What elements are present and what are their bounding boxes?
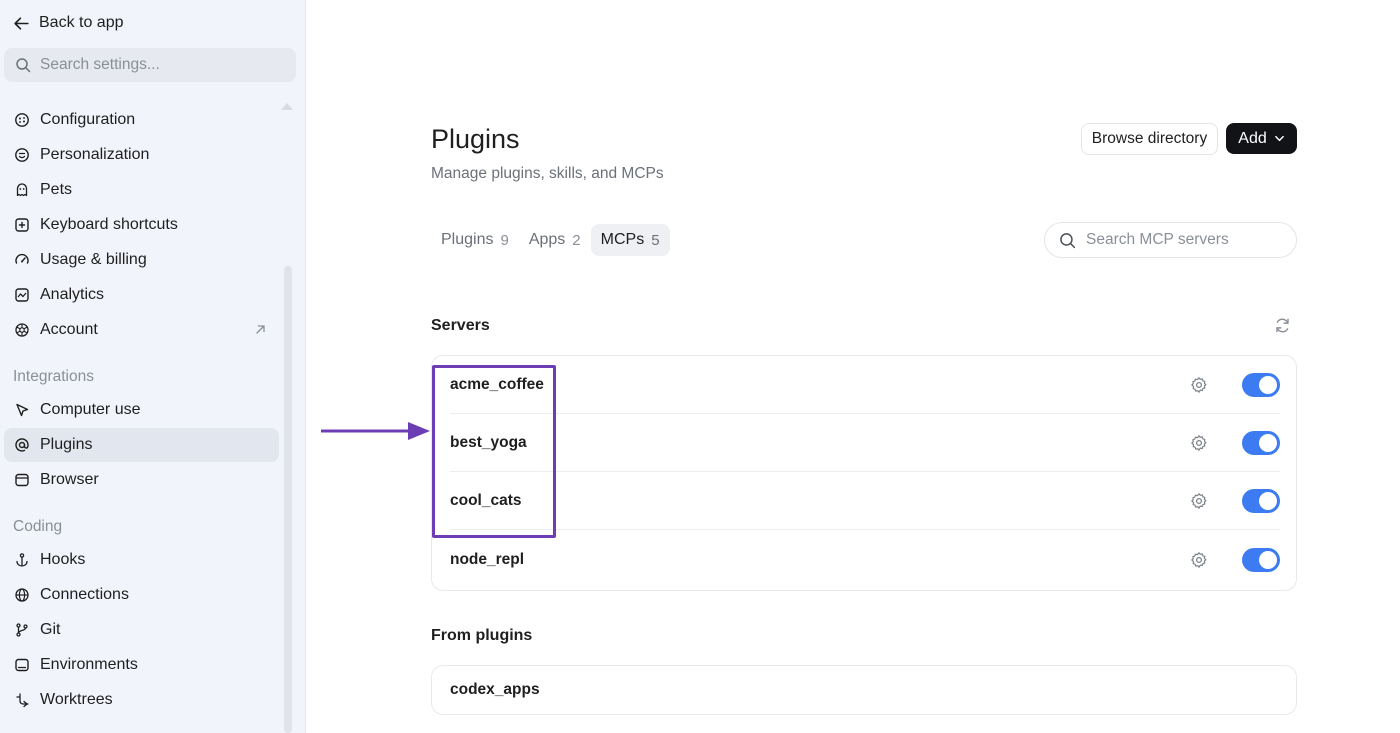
sidebar-item-label: Environments <box>40 656 138 673</box>
worktree-icon <box>16 693 29 708</box>
pets-icon <box>16 183 28 197</box>
external-link-icon <box>256 325 265 334</box>
server-enabled-toggle[interactable] <box>1242 373 1280 397</box>
sidebar-item-label: Computer use <box>40 401 141 418</box>
sidebar-item-label: Account <box>40 321 98 338</box>
keyboard-icon <box>15 218 29 232</box>
sidebar-item-label: Git <box>40 621 61 638</box>
search-icon <box>16 58 31 73</box>
add-button-label: Add <box>1238 129 1267 147</box>
sidebar-scrollbar[interactable] <box>284 266 292 733</box>
sidebar-item-environments[interactable]: Environments <box>4 648 279 682</box>
refresh-icon[interactable] <box>1273 316 1292 335</box>
sidebar-item-label: Browser <box>40 471 99 488</box>
gear-icon[interactable] <box>1190 492 1208 510</box>
sidebar-item-analytics[interactable]: Analytics <box>4 278 279 312</box>
sidebar-item-personalization[interactable]: Personalization <box>4 138 279 172</box>
sidebar-item-account[interactable]: Account <box>4 313 279 347</box>
git-branch-icon <box>16 623 28 637</box>
annotation-arrow-icon <box>321 422 430 440</box>
browser-icon <box>15 473 29 487</box>
tab-count: 2 <box>572 231 581 249</box>
globe-icon <box>15 588 29 602</box>
mcp-search[interactable] <box>1044 222 1297 258</box>
at-icon <box>15 438 29 452</box>
search-icon <box>1060 232 1076 248</box>
tab-bar: Plugins 9 Apps 2 MCPs 5 <box>431 224 670 256</box>
sidebar-item-configuration[interactable]: Configuration <box>4 103 279 137</box>
sidebar-item-label: Worktrees <box>40 691 113 708</box>
gear-icon[interactable] <box>1190 376 1208 394</box>
server-row[interactable]: best_yoga <box>450 414 1280 472</box>
server-row[interactable]: acme_coffee <box>450 356 1280 414</box>
gear-icon[interactable] <box>1190 551 1208 569</box>
cursor-icon <box>16 403 29 417</box>
sidebar-item-label: Personalization <box>40 146 150 163</box>
tab-label: MCPs <box>600 231 645 248</box>
settings-sidebar: Back to app Configuration Personalizatio… <box>0 0 306 733</box>
server-row[interactable]: node_repl <box>450 531 1280 589</box>
server-name: node_repl <box>450 551 525 568</box>
arrow-left-icon <box>14 16 29 30</box>
server-enabled-toggle[interactable] <box>1242 489 1280 513</box>
mcp-search-input[interactable] <box>1086 231 1286 249</box>
tab-label: Plugins <box>441 231 494 248</box>
personalization-icon <box>15 148 29 162</box>
back-to-app-label: Back to app <box>39 14 124 31</box>
sidebar-item-usage-billing[interactable]: Usage & billing <box>4 243 279 277</box>
page-title: Plugins <box>431 124 520 154</box>
from-plugins-heading: From plugins <box>431 627 533 644</box>
analytics-icon <box>15 288 29 302</box>
sidebar-item-label: Pets <box>40 181 73 198</box>
back-to-app-link[interactable]: Back to app <box>13 11 124 35</box>
server-enabled-toggle[interactable] <box>1242 548 1280 572</box>
plugin-server-row[interactable]: codex_apps <box>431 665 1297 715</box>
section-coding: Coding <box>13 518 63 535</box>
sidebar-item-plugins[interactable]: Plugins <box>4 428 279 462</box>
sidebar-item-label: Configuration <box>40 111 136 128</box>
sidebar-item-label: Plugins <box>40 436 93 453</box>
add-button[interactable]: Add <box>1226 123 1297 154</box>
annotation-highlight-box <box>432 365 556 538</box>
page-subtitle: Manage plugins, skills, and MCPs <box>431 165 664 182</box>
configuration-icon <box>15 113 29 127</box>
gauge-icon <box>15 253 29 264</box>
anchor-icon <box>16 553 28 567</box>
settings-search-input[interactable] <box>40 56 280 74</box>
servers-list: acme_coffee best_yoga cool_cats node_rep… <box>431 355 1297 591</box>
sidebar-item-label: Connections <box>40 586 129 603</box>
sidebar-item-label: Analytics <box>40 286 105 303</box>
sidebar-item-label: Usage & billing <box>40 251 147 268</box>
sidebar-item-connections[interactable]: Connections <box>4 578 279 612</box>
account-icon <box>15 323 29 337</box>
sidebar-item-git[interactable]: Git <box>4 613 279 647</box>
sidebar-item-keyboard-shortcuts[interactable]: Keyboard shortcuts <box>4 208 279 242</box>
sidebar-item-browser[interactable]: Browser <box>4 463 279 497</box>
sidebar-item-label: Keyboard shortcuts <box>40 216 178 233</box>
environment-icon <box>15 658 29 672</box>
section-integrations: Integrations <box>13 368 94 385</box>
sidebar-item-computer-use[interactable]: Computer use <box>4 393 279 427</box>
server-name: codex_apps <box>450 681 540 698</box>
tab-count: 9 <box>500 231 509 249</box>
tab-apps[interactable]: Apps 2 <box>519 224 591 256</box>
sidebar-item-label: Hooks <box>40 551 86 568</box>
servers-heading: Servers <box>431 317 490 334</box>
tab-label: Apps <box>528 231 566 248</box>
scroll-up-arrow[interactable] <box>281 103 293 110</box>
chevron-down-icon <box>1274 135 1284 142</box>
settings-search[interactable] <box>4 48 296 82</box>
server-row[interactable]: cool_cats <box>450 472 1280 530</box>
tab-count: 5 <box>651 231 660 249</box>
server-enabled-toggle[interactable] <box>1242 431 1280 455</box>
tab-plugins[interactable]: Plugins 9 <box>431 224 519 256</box>
sidebar-item-pets[interactable]: Pets <box>4 173 279 207</box>
gear-icon[interactable] <box>1190 434 1208 452</box>
browse-directory-button[interactable]: Browse directory <box>1081 123 1218 155</box>
tab-mcps[interactable]: MCPs 5 <box>590 224 670 256</box>
sidebar-item-worktrees[interactable]: Worktrees <box>4 683 279 717</box>
sidebar-item-hooks[interactable]: Hooks <box>4 543 279 577</box>
